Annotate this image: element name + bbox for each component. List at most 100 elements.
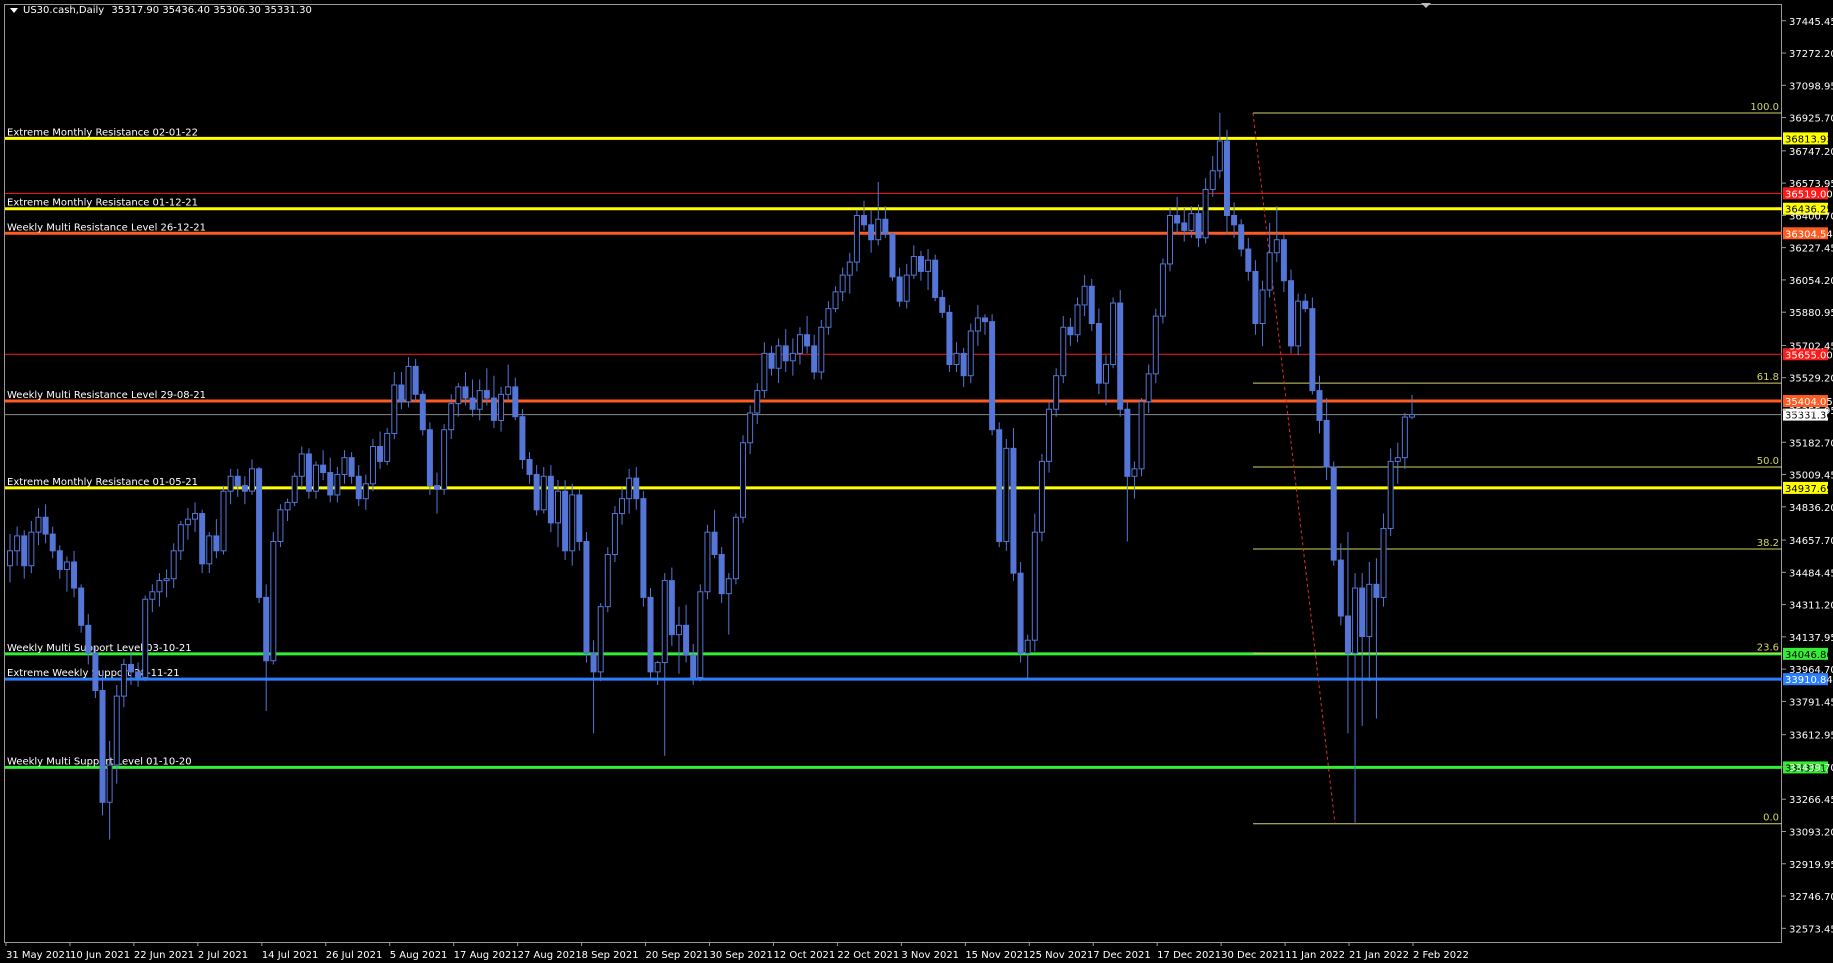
- fib-trend-line[interactable]: [1252, 112, 1336, 824]
- candle-body[interactable]: [99, 690, 106, 803]
- candle-body[interactable]: [1252, 270, 1259, 325]
- candle-body[interactable]: [619, 498, 626, 515]
- candle-body[interactable]: [547, 475, 554, 524]
- candle-body[interactable]: [369, 445, 376, 485]
- candle-body[interactable]: [49, 533, 56, 552]
- candle-body[interactable]: [732, 516, 739, 580]
- candle-body[interactable]: [135, 671, 142, 678]
- candle-body[interactable]: [796, 334, 803, 354]
- candle-body[interactable]: [590, 652, 597, 673]
- candle-body[interactable]: [284, 501, 291, 511]
- candle-body[interactable]: [996, 429, 1003, 542]
- candle-body[interactable]: [853, 214, 860, 263]
- candle-body[interactable]: [1095, 323, 1102, 384]
- candle-body[interactable]: [462, 386, 469, 399]
- candle-body[interactable]: [832, 291, 839, 310]
- candle-body[interactable]: [554, 490, 561, 524]
- candle-body[interactable]: [1124, 408, 1131, 477]
- candle-body[interactable]: [861, 214, 868, 226]
- candle-body[interactable]: [412, 365, 419, 395]
- candle-body[interactable]: [1074, 304, 1081, 336]
- candle-body[interactable]: [1323, 419, 1330, 468]
- candle-body[interactable]: [540, 475, 547, 511]
- candle-body[interactable]: [569, 494, 576, 552]
- candle-body[interactable]: [149, 591, 156, 600]
- candle-body[interactable]: [1017, 572, 1024, 654]
- candle-body[interactable]: [768, 352, 775, 369]
- candle-body[interactable]: [1024, 639, 1031, 654]
- candle-body[interactable]: [1195, 213, 1202, 239]
- candle-body[interactable]: [640, 498, 647, 598]
- candle-body[interactable]: [483, 390, 490, 399]
- candle-body[interactable]: [1117, 302, 1124, 410]
- candle-body[interactable]: [690, 654, 697, 678]
- candle-body[interactable]: [313, 464, 320, 492]
- candle-body[interactable]: [505, 386, 512, 395]
- candle-body[interactable]: [611, 513, 618, 556]
- candle-body[interactable]: [939, 296, 946, 313]
- candle-body[interactable]: [576, 494, 583, 542]
- candle-body[interactable]: [298, 453, 305, 477]
- candle-body[interactable]: [348, 457, 355, 477]
- candle-body[interactable]: [170, 550, 177, 580]
- candle-body[interactable]: [1038, 460, 1045, 533]
- candle-body[interactable]: [63, 561, 70, 570]
- candle-body[interactable]: [355, 475, 362, 500]
- candle-body[interactable]: [1316, 390, 1323, 421]
- candle-body[interactable]: [1280, 239, 1287, 282]
- candle-body[interactable]: [1159, 263, 1166, 317]
- candle-body[interactable]: [875, 218, 882, 241]
- candle-body[interactable]: [455, 386, 462, 405]
- candle-body[interactable]: [1352, 587, 1359, 654]
- candle-body[interactable]: [960, 352, 967, 377]
- candle-body[interactable]: [910, 255, 917, 276]
- candle-body[interactable]: [896, 276, 903, 302]
- candle-body[interactable]: [1394, 457, 1401, 462]
- candle-body[interactable]: [1344, 615, 1351, 654]
- candle-body[interactable]: [177, 524, 184, 552]
- candle-body[interactable]: [597, 606, 604, 673]
- candle-body[interactable]: [811, 345, 818, 373]
- candle-body[interactable]: [1209, 170, 1216, 190]
- candle-body[interactable]: [1266, 252, 1273, 291]
- candle-body[interactable]: [241, 485, 248, 492]
- candle-body[interactable]: [1238, 224, 1245, 250]
- candle-body[interactable]: [1081, 285, 1088, 306]
- candle-body[interactable]: [1309, 308, 1316, 392]
- candle-body[interactable]: [398, 384, 405, 403]
- candle-body[interactable]: [633, 477, 640, 500]
- candle-body[interactable]: [78, 587, 85, 626]
- candle-body[interactable]: [1003, 447, 1010, 542]
- candle-body[interactable]: [490, 397, 497, 421]
- candle-body[interactable]: [362, 483, 369, 500]
- candle-body[interactable]: [889, 233, 896, 278]
- candle-body[interactable]: [28, 531, 35, 567]
- candle-body[interactable]: [683, 624, 690, 656]
- price-chart[interactable]: Extreme Monthly Resistance 02-01-22 Extre…: [0, 0, 1833, 963]
- candle-body[interactable]: [1380, 527, 1387, 598]
- candle-body[interactable]: [341, 457, 348, 475]
- candle-body[interactable]: [725, 578, 732, 595]
- candle-body[interactable]: [127, 663, 134, 673]
- candle-body[interactable]: [1409, 414, 1415, 418]
- candle-body[interactable]: [434, 485, 440, 490]
- candle-body[interactable]: [1337, 559, 1344, 617]
- candle-body[interactable]: [989, 321, 996, 431]
- candle-body[interactable]: [697, 591, 704, 678]
- candle-body[interactable]: [953, 352, 960, 366]
- candle-body[interactable]: [1387, 460, 1394, 529]
- candle-body[interactable]: [512, 386, 519, 418]
- candle-body[interactable]: [839, 274, 846, 293]
- candle-body[interactable]: [967, 330, 974, 377]
- candle-body[interactable]: [206, 535, 213, 565]
- candle-body[interactable]: [1138, 401, 1145, 470]
- candle-body[interactable]: [220, 490, 227, 552]
- candle-body[interactable]: [932, 259, 939, 298]
- candle-body[interactable]: [1088, 285, 1095, 325]
- candle-body[interactable]: [1131, 468, 1138, 477]
- candle-body[interactable]: [1145, 373, 1152, 403]
- candle-body[interactable]: [868, 224, 875, 241]
- candle-body[interactable]: [1010, 447, 1017, 574]
- candle-body[interactable]: [234, 475, 241, 487]
- candle-body[interactable]: [192, 513, 199, 520]
